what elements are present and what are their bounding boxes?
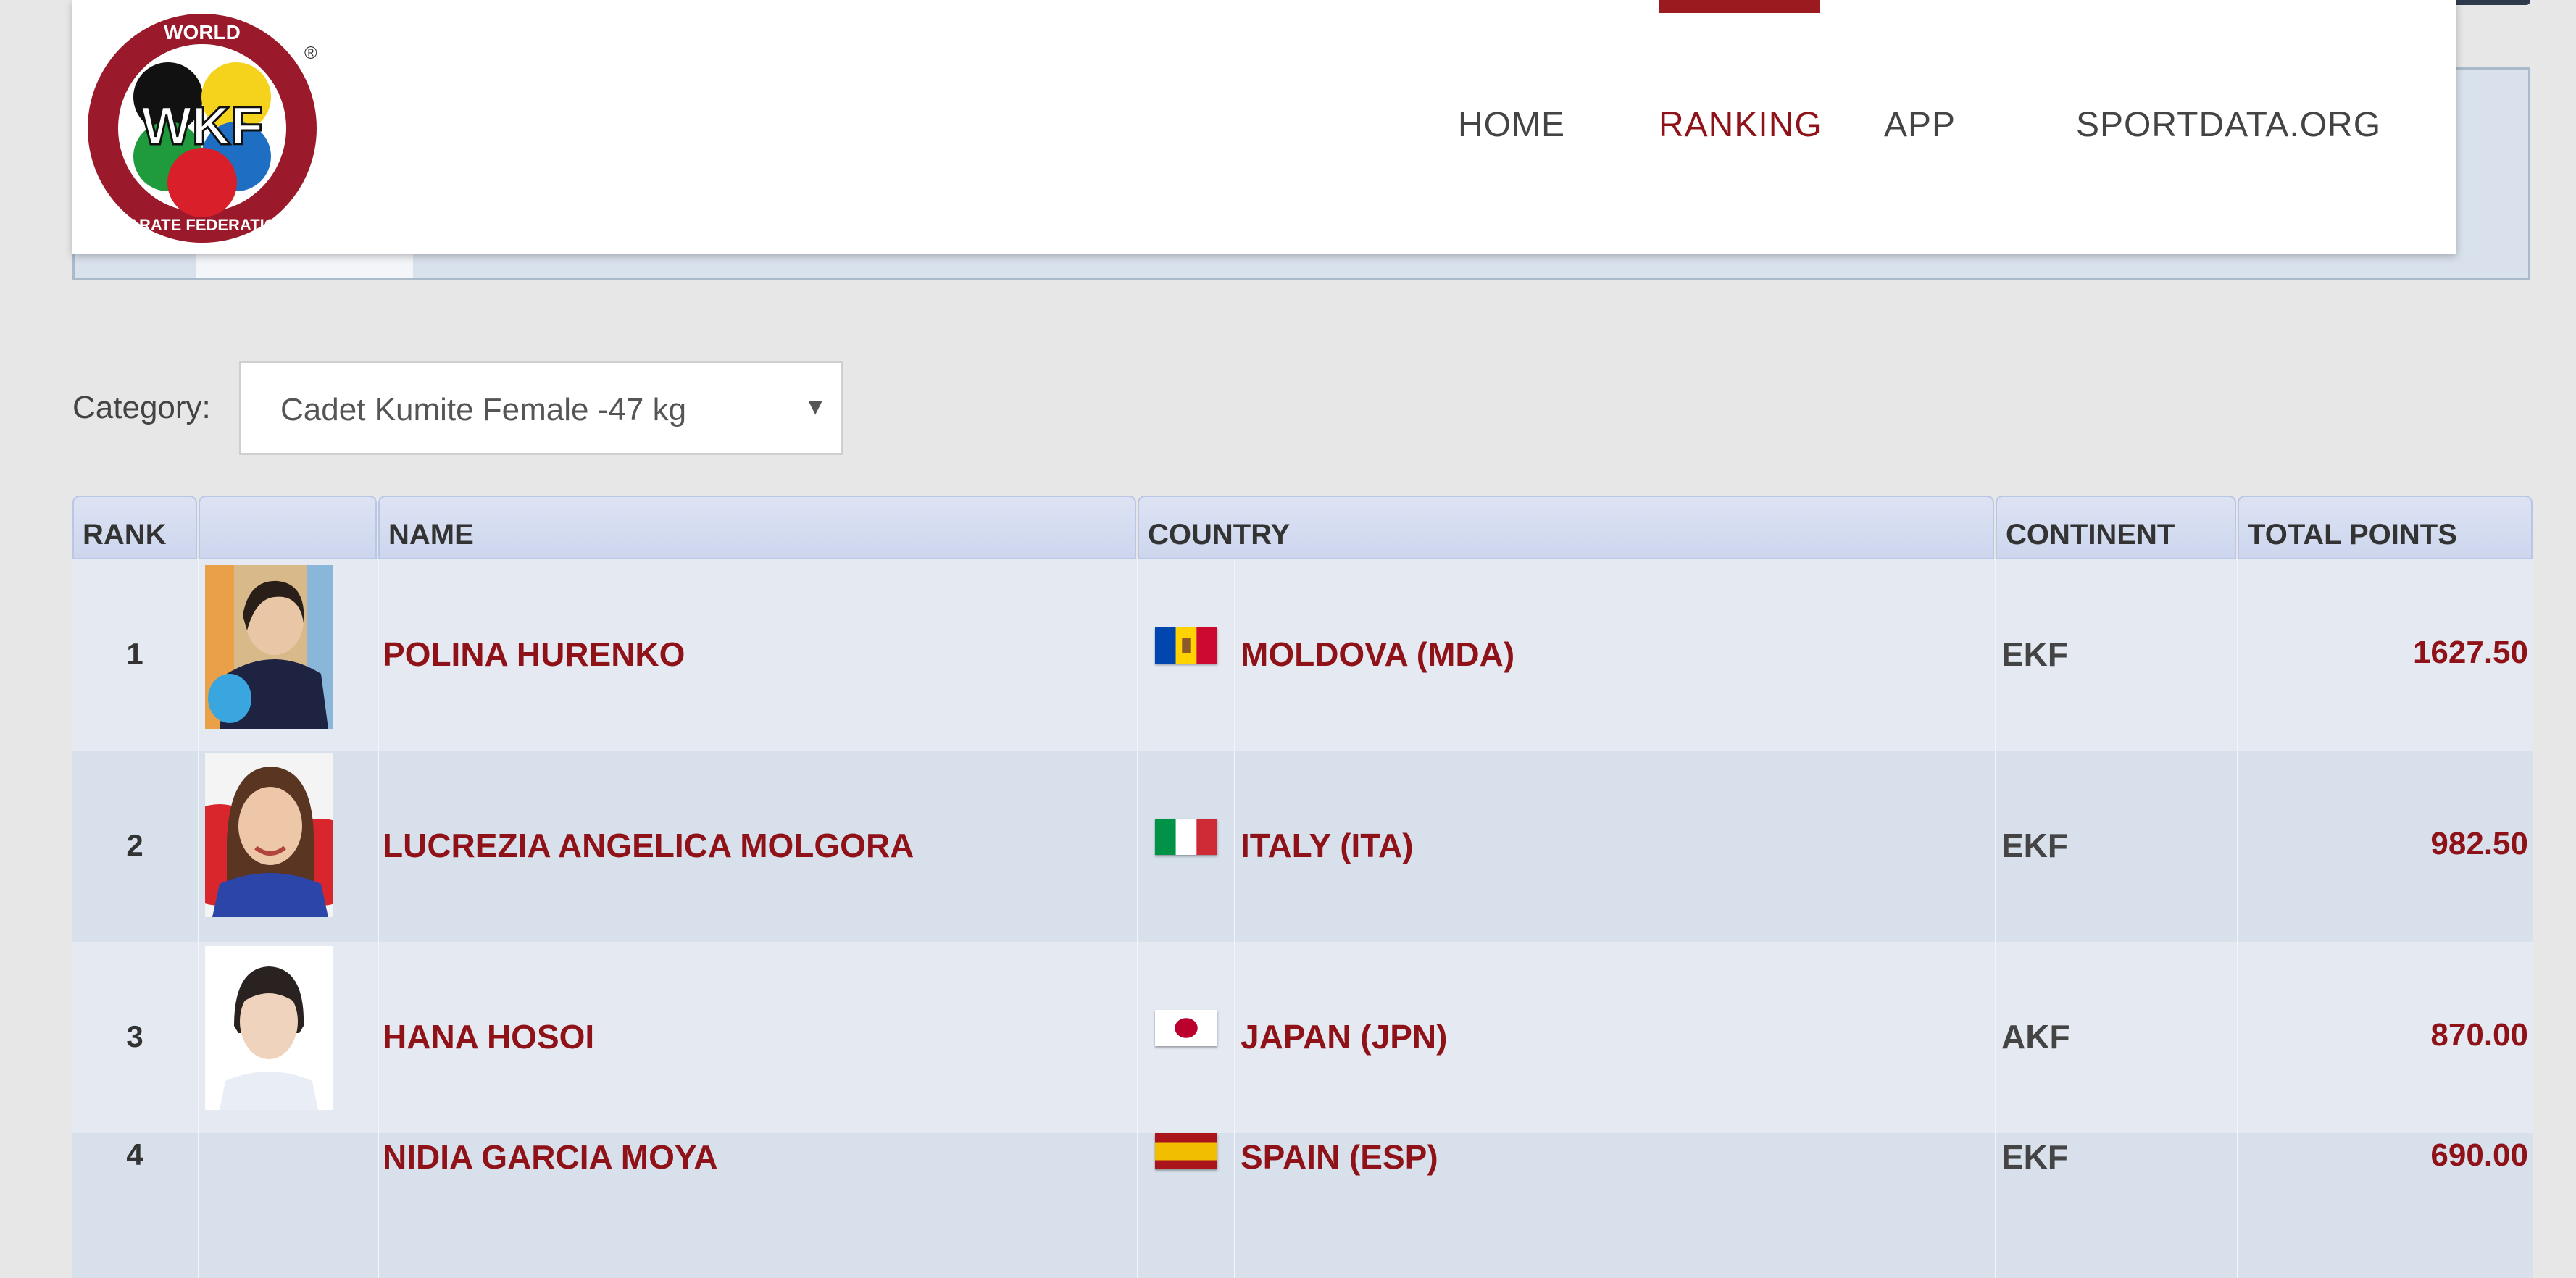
country-name[interactable]: ITALY (ITA): [1241, 826, 1414, 865]
header-rank[interactable]: RANK: [72, 496, 197, 559]
logo-bottom-text: KARATE FEDERATION: [116, 216, 288, 234]
country-name[interactable]: SPAIN (ESP): [1241, 1137, 1438, 1177]
rank-number: 2: [126, 828, 143, 862]
country-name[interactable]: MOLDOVA (MDA): [1241, 635, 1514, 674]
top-right-tab[interactable]: [2449, 0, 2530, 5]
registered-mark: ®: [304, 43, 317, 63]
ranking-table: RANK NAME COUNTRY CONTINENT TOTAL POINTS…: [72, 496, 2533, 1278]
nav-ranking[interactable]: RANKING: [1659, 105, 1822, 145]
header-country[interactable]: COUNTRY: [1138, 496, 1994, 559]
athlete-name[interactable]: LUCREZIA ANGELICA MOLGORA: [383, 826, 914, 865]
athlete-photo[interactable]: [205, 565, 333, 729]
logo-initials: WKF: [141, 96, 264, 156]
athlete-photo[interactable]: [205, 946, 333, 1110]
moldova-flag-icon: [1155, 627, 1217, 664]
wkf-logo[interactable]: WKF WORLD KARATE FEDERATION: [83, 12, 322, 245]
rank-number: 3: [126, 1019, 143, 1053]
active-nav-indicator: [1659, 0, 1820, 13]
header-photo: [199, 496, 377, 559]
category-label: Category:: [72, 390, 211, 425]
table-row[interactable]: 1 POLINA HURENKO MOLDOVA (MDA) EKF 1627.…: [72, 559, 2533, 751]
nav-sportdata[interactable]: SPORTDATA.ORG: [2076, 105, 2381, 145]
total-points: 982.50: [2430, 826, 2528, 861]
athlete-name[interactable]: NIDIA GARCIA MOYA: [383, 1137, 718, 1177]
rank-number: 4: [126, 1137, 143, 1172]
athlete-name[interactable]: POLINA HURENKO: [383, 635, 685, 674]
table-row[interactable]: 3 HANA HOSOI JAPAN (JPN) AKF 870.00: [72, 942, 2533, 1133]
continent: EKF: [2001, 1138, 2068, 1176]
header-continent[interactable]: CONTINENT: [1996, 496, 2236, 559]
country-name[interactable]: JAPAN (JPN): [1241, 1017, 1447, 1056]
rank-number: 1: [126, 637, 143, 671]
triangle-down-icon: ▼: [804, 393, 827, 419]
site-header: WKF WORLD KARATE FEDERATION ® HOME RANKI…: [72, 0, 2456, 254]
total-points: 1627.50: [2412, 635, 2528, 670]
athlete-name[interactable]: HANA HOSOI: [383, 1017, 594, 1056]
header-total-points[interactable]: TOTAL POINTS: [2238, 496, 2533, 559]
nav-home[interactable]: HOME: [1458, 105, 1565, 145]
total-points: 870.00: [2430, 1017, 2528, 1053]
continent: EKF: [2001, 635, 2068, 673]
nav-app[interactable]: APP: [1884, 105, 1956, 145]
header-name[interactable]: NAME: [378, 496, 1136, 559]
logo-top-text: WORLD: [164, 21, 241, 43]
athlete-photo[interactable]: [205, 753, 333, 917]
continent: EKF: [2001, 827, 2068, 864]
category-select[interactable]: Cadet Kumite Female -47 kg ▼: [239, 361, 843, 455]
category-selected-value: Cadet Kumite Female -47 kg: [280, 392, 687, 427]
total-points: 690.00: [2430, 1137, 2528, 1173]
table-row[interactable]: 4 NIDIA GARCIA MOYA SPAIN (ESP) EKF 690.…: [72, 1133, 2533, 1278]
italy-flag-icon: [1155, 819, 1217, 855]
japan-flag-icon: [1155, 1010, 1217, 1046]
continent: AKF: [2001, 1018, 2070, 1056]
table-header: RANK NAME COUNTRY CONTINENT TOTAL POINTS: [72, 496, 2533, 559]
table-row[interactable]: 2 LUCREZIA ANGELICA MOLGORA ITALY (ITA) …: [72, 751, 2533, 942]
